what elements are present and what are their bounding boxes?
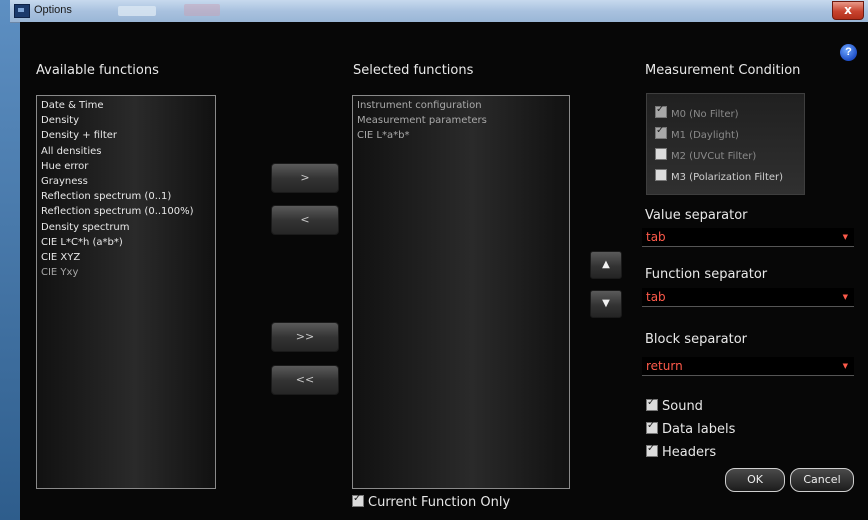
checkbox[interactable] xyxy=(655,104,667,118)
list-item[interactable]: Reflection spectrum (0..100%) xyxy=(37,204,215,219)
block-separator-select[interactable]: return ▼ xyxy=(642,357,854,376)
help-icon[interactable]: ? xyxy=(840,44,857,61)
checkbox[interactable] xyxy=(646,443,658,457)
function-separator-select[interactable]: tab ▼ xyxy=(642,288,854,307)
selected-functions-list[interactable]: Instrument configuration Measurement par… xyxy=(352,95,570,489)
dropdown-arrow-icon: ▼ xyxy=(842,233,848,241)
options-dialog: ? Available functions Date & Time Densit… xyxy=(20,22,868,520)
sound-label: Sound xyxy=(662,399,703,414)
block-separator-label: Block separator xyxy=(645,332,747,347)
m0-label: M0 (No Filter) xyxy=(671,109,739,120)
m2-checkbox-row[interactable]: M2 (UVCut Filter) xyxy=(655,148,756,162)
checkbox[interactable] xyxy=(655,148,667,160)
dropdown-arrow-icon: ▼ xyxy=(842,362,848,370)
value-separator-value: tab xyxy=(646,230,666,244)
value-separator-select[interactable]: tab ▼ xyxy=(642,228,854,247)
blurred-tab xyxy=(118,6,156,16)
title-bar: Options x xyxy=(10,0,868,23)
move-down-button[interactable]: ▼ xyxy=(590,290,622,318)
close-button[interactable]: x xyxy=(832,1,864,20)
dropdown-arrow-icon: ▼ xyxy=(842,293,848,301)
add-function-button[interactable]: > xyxy=(271,163,339,193)
desktop-background xyxy=(0,0,20,520)
list-item[interactable]: Instrument configuration xyxy=(353,98,569,113)
selected-functions-heading: Selected functions xyxy=(353,63,474,78)
measurement-condition-heading: Measurement Condition xyxy=(645,63,801,78)
list-item[interactable]: CIE L*C*h (a*b*) xyxy=(37,235,215,250)
list-item[interactable]: Density + filter xyxy=(37,128,215,143)
app-icon xyxy=(14,4,30,18)
measurement-condition-group: M0 (No Filter) M1 (Daylight) M2 (UVCut F… xyxy=(646,93,805,195)
m0-checkbox-row[interactable]: M0 (No Filter) xyxy=(655,104,739,120)
checkbox[interactable] xyxy=(655,125,667,139)
remove-all-functions-button[interactable]: << xyxy=(271,365,339,395)
list-item[interactable]: Density spectrum xyxy=(37,220,215,235)
ok-button[interactable]: OK xyxy=(725,468,785,492)
headers-label: Headers xyxy=(662,445,717,460)
list-item[interactable]: Reflection spectrum (0..1) xyxy=(37,189,215,204)
m3-checkbox-row[interactable]: M3 (Polarization Filter) xyxy=(655,169,783,183)
list-item[interactable]: CIE XYZ xyxy=(37,250,215,265)
list-item[interactable]: CIE L*a*b* xyxy=(353,128,569,143)
current-function-only-label: Current Function Only xyxy=(368,495,511,510)
checkbox[interactable] xyxy=(646,397,658,411)
available-functions-heading: Available functions xyxy=(36,63,159,78)
list-item[interactable]: Density xyxy=(37,113,215,128)
m2-label: M2 (UVCut Filter) xyxy=(671,151,757,162)
m1-label: M1 (Daylight) xyxy=(671,130,739,141)
function-separator-value: tab xyxy=(646,290,666,304)
data-labels-label: Data labels xyxy=(662,422,736,437)
m1-checkbox-row[interactable]: M1 (Daylight) xyxy=(655,125,739,141)
remove-function-button[interactable]: < xyxy=(271,205,339,235)
list-item[interactable]: CIE Yxy xyxy=(37,265,215,280)
available-functions-list[interactable]: Date & Time Density Density + filter All… xyxy=(36,95,216,489)
current-function-only-row[interactable]: Current Function Only xyxy=(352,493,511,510)
blurred-tab xyxy=(184,4,220,16)
list-item[interactable]: Grayness xyxy=(37,174,215,189)
list-item[interactable]: Date & Time xyxy=(37,98,215,113)
checkbox[interactable] xyxy=(646,420,658,434)
list-item[interactable]: Hue error xyxy=(37,159,215,174)
list-item[interactable]: All densities xyxy=(37,144,215,159)
headers-checkbox-row[interactable]: Headers xyxy=(646,443,717,460)
function-separator-label: Function separator xyxy=(645,267,768,282)
window-title: Options xyxy=(34,4,72,16)
move-up-button[interactable]: ▲ xyxy=(590,251,622,279)
checkbox[interactable] xyxy=(352,493,364,507)
data-labels-checkbox-row[interactable]: Data labels xyxy=(646,420,736,437)
add-all-functions-button[interactable]: >> xyxy=(271,322,339,352)
list-item[interactable]: Measurement parameters xyxy=(353,113,569,128)
value-separator-label: Value separator xyxy=(645,208,748,223)
sound-checkbox-row[interactable]: Sound xyxy=(646,397,703,414)
cancel-button[interactable]: Cancel xyxy=(790,468,854,492)
block-separator-value: return xyxy=(646,359,683,373)
checkbox[interactable] xyxy=(655,169,667,181)
m3-label: M3 (Polarization Filter) xyxy=(671,172,784,183)
